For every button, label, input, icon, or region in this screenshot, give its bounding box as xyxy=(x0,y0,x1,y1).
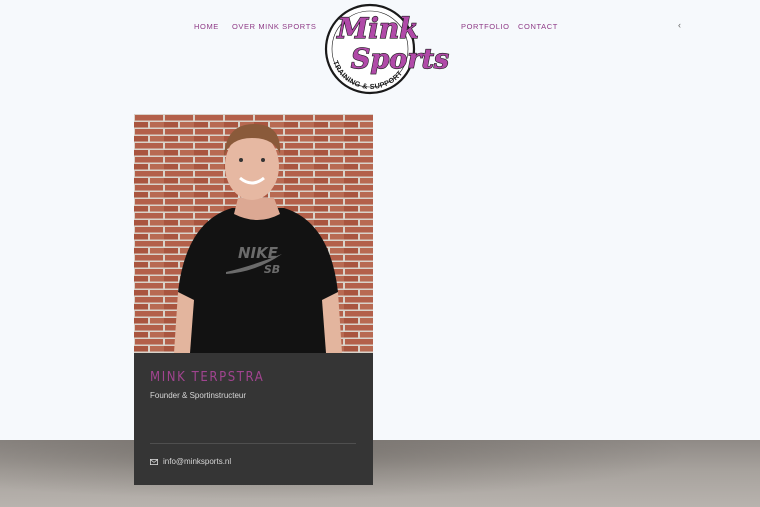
envelope-icon xyxy=(150,458,158,465)
chevron-left-icon[interactable]: ‹ xyxy=(678,20,681,30)
nav-contact-link[interactable]: CONTACT xyxy=(518,22,558,31)
shirt-print-bottom: SB xyxy=(264,263,280,276)
divider xyxy=(150,443,356,444)
nav-portfolio-link[interactable]: PORTFOLIO xyxy=(461,22,510,31)
profile-name: MINK TERPSTRA xyxy=(150,370,265,385)
profile-card: NIKE SB MINK TERPSTRA Founder & Sportins… xyxy=(134,114,373,485)
nav-over-mink-sports-link[interactable]: OVER MINK SPORTS xyxy=(232,22,316,31)
email-link[interactable]: info@minksports.nl xyxy=(150,457,231,466)
profile-photo: NIKE SB xyxy=(134,114,373,353)
nav-home-link[interactable]: HOME xyxy=(194,22,219,31)
email-text: info@minksports.nl xyxy=(163,457,232,466)
logo-line1: Mink xyxy=(336,12,418,45)
profile-role: Founder & Sportinstructeur xyxy=(150,391,247,400)
logo-line2: Sports xyxy=(351,44,449,75)
mink-sports-logo[interactable]: Mink Sports TRAINING & SUPPORT xyxy=(312,0,450,98)
footer-background-image xyxy=(0,440,760,507)
